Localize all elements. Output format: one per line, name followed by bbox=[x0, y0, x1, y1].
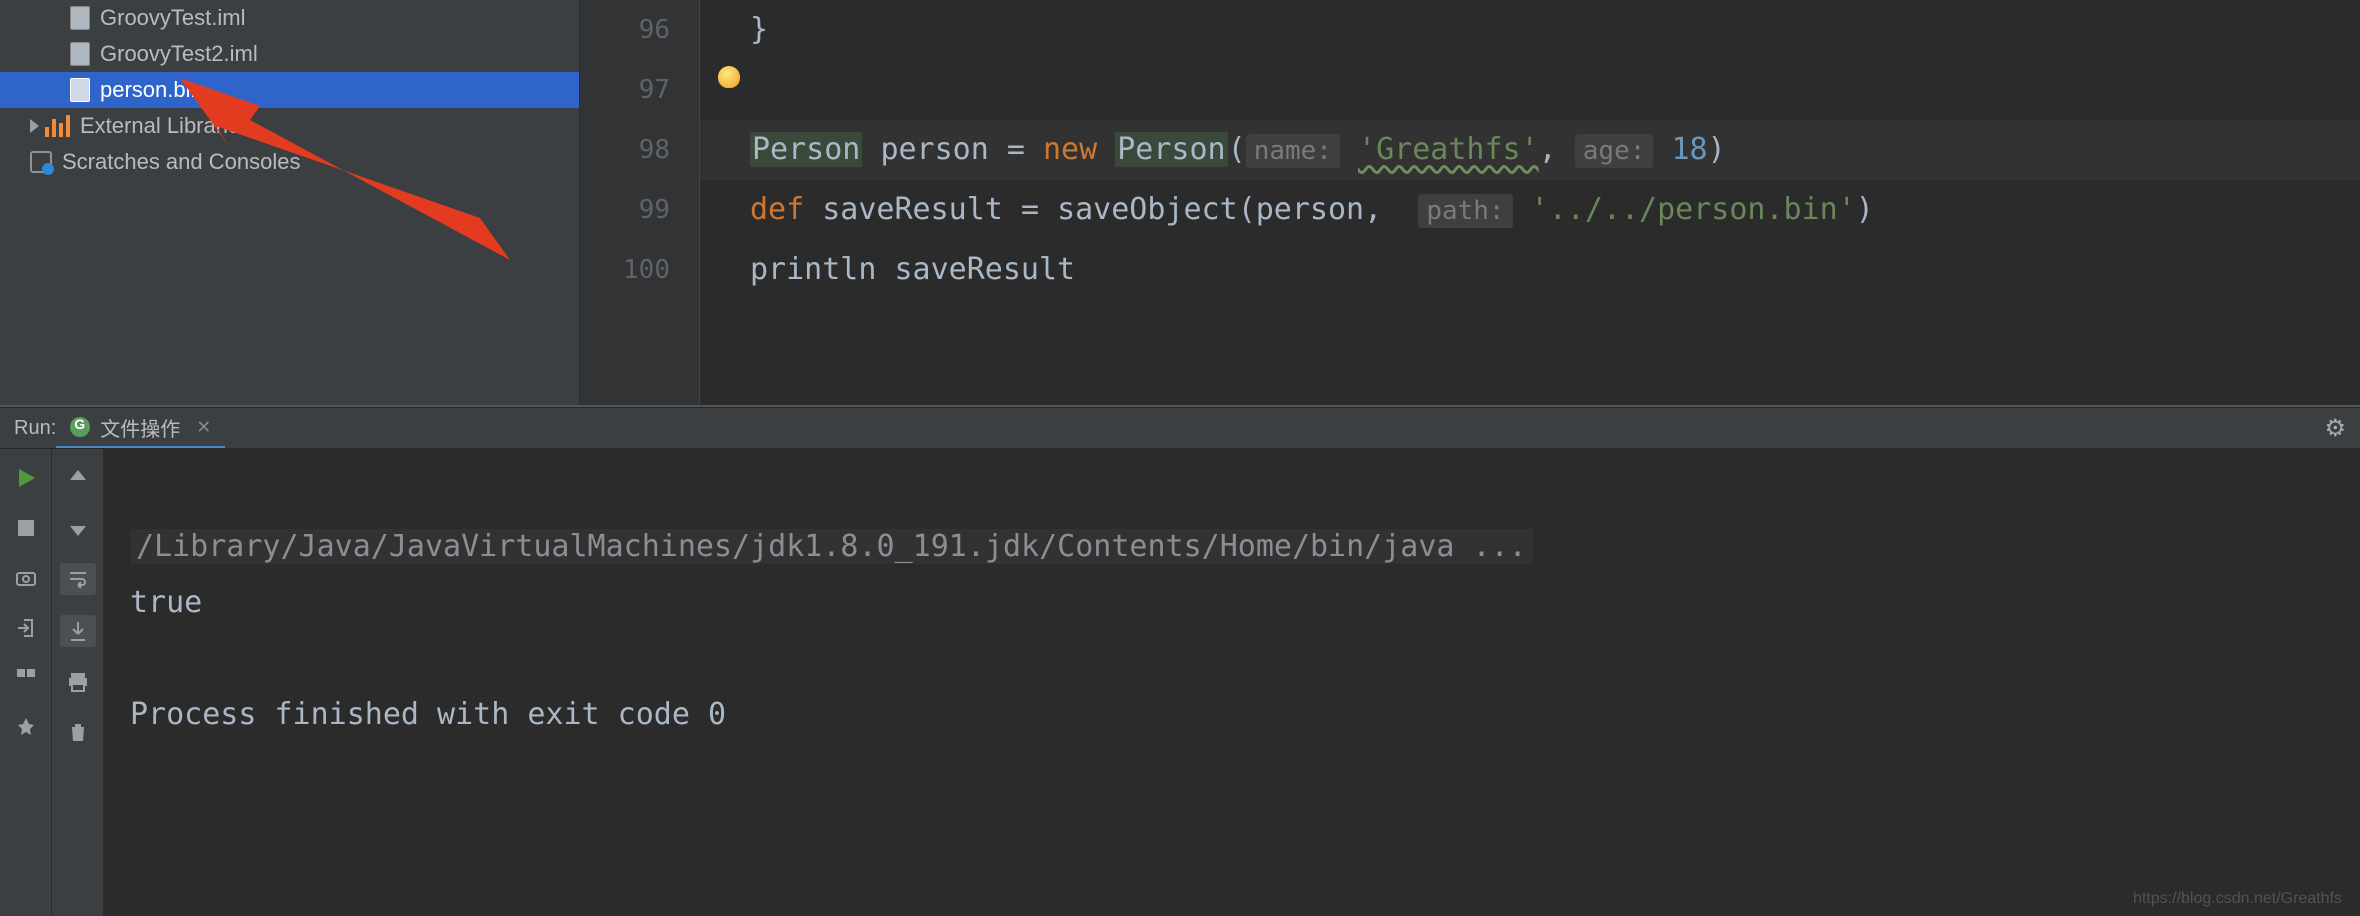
rerun-button[interactable] bbox=[11, 463, 41, 493]
tree-file-groovytest2-iml[interactable]: GroovyTest2.iml bbox=[0, 36, 579, 72]
run-tab[interactable]: 文件操作 ✕ bbox=[56, 408, 225, 448]
param-hint-age: age: bbox=[1575, 134, 1654, 168]
code-line-99[interactable]: def saveResult = saveObject(person, path… bbox=[750, 180, 2360, 240]
code-editor[interactable]: 96 97 98 99 100 } Person person = new Pe… bbox=[580, 0, 2360, 405]
run-label: Run: bbox=[14, 417, 56, 440]
clear-all-button[interactable] bbox=[63, 717, 93, 747]
scroll-up-button[interactable] bbox=[63, 463, 93, 493]
tree-label: GroovyTest.iml bbox=[100, 5, 245, 31]
dump-threads-button[interactable] bbox=[11, 563, 41, 593]
line-number: 97 bbox=[580, 60, 700, 120]
code-line-96[interactable]: } bbox=[750, 0, 2360, 60]
libraries-icon bbox=[45, 115, 70, 137]
file-icon bbox=[70, 42, 90, 66]
soft-wrap-button[interactable] bbox=[60, 563, 96, 595]
line-number: 98 bbox=[580, 120, 700, 180]
console-output-line: true bbox=[130, 585, 202, 620]
console-command: /Library/Java/JavaVirtualMachines/jdk1.8… bbox=[130, 529, 1533, 564]
scratches-icon bbox=[30, 151, 52, 173]
tree-file-groovytest-iml[interactable]: GroovyTest.iml bbox=[0, 0, 579, 36]
file-icon bbox=[70, 6, 90, 30]
code-line-100[interactable]: println saveResult bbox=[750, 240, 2360, 300]
tree-label: person.bin bbox=[100, 77, 203, 103]
gear-icon[interactable]: ⚙ bbox=[2324, 414, 2346, 443]
stop-button[interactable] bbox=[11, 513, 41, 543]
param-hint-name: name: bbox=[1246, 134, 1340, 168]
print-button[interactable] bbox=[63, 667, 93, 697]
intention-bulb-icon[interactable] bbox=[718, 66, 740, 88]
console-actions-column bbox=[52, 449, 104, 916]
run-toolwindow-header: Run: 文件操作 ✕ ⚙ bbox=[0, 407, 2360, 449]
run-actions-column bbox=[0, 449, 52, 916]
tree-file-person-bin[interactable]: person.bin bbox=[0, 72, 579, 108]
run-console[interactable]: /Library/Java/JavaVirtualMachines/jdk1.8… bbox=[104, 449, 2360, 916]
line-number: 100 bbox=[580, 240, 700, 300]
tree-label: External Libraries bbox=[80, 113, 251, 139]
tree-label: Scratches and Consoles bbox=[62, 149, 300, 175]
tree-scratches-consoles[interactable]: Scratches and Consoles bbox=[0, 144, 579, 180]
code-line-97[interactable] bbox=[750, 60, 2360, 120]
line-number: 99 bbox=[580, 180, 700, 240]
watermark: https://blog.csdn.net/Greathfs bbox=[2133, 890, 2342, 908]
tree-external-libraries[interactable]: External Libraries bbox=[0, 108, 579, 144]
close-icon[interactable]: ✕ bbox=[196, 417, 211, 438]
param-hint-path: path: bbox=[1418, 194, 1512, 228]
project-tree[interactable]: GroovyTest.iml GroovyTest2.iml person.bi… bbox=[0, 0, 580, 405]
layout-button[interactable] bbox=[11, 663, 41, 693]
scroll-to-end-button[interactable] bbox=[60, 615, 96, 647]
editor-gutter: 96 97 98 99 100 bbox=[580, 0, 700, 405]
scroll-down-button[interactable] bbox=[63, 513, 93, 543]
file-icon bbox=[70, 78, 90, 102]
line-number: 96 bbox=[580, 0, 700, 60]
pin-button[interactable] bbox=[11, 713, 41, 743]
run-config-icon bbox=[70, 417, 90, 437]
tree-label: GroovyTest2.iml bbox=[100, 41, 258, 67]
exit-button[interactable] bbox=[11, 613, 41, 643]
run-tab-title: 文件操作 bbox=[100, 413, 180, 442]
console-exit-line: Process finished with exit code 0 bbox=[130, 697, 726, 732]
code-area[interactable]: } Person person = new Person(name: 'Grea… bbox=[700, 0, 2360, 405]
chevron-right-icon[interactable] bbox=[30, 119, 39, 133]
